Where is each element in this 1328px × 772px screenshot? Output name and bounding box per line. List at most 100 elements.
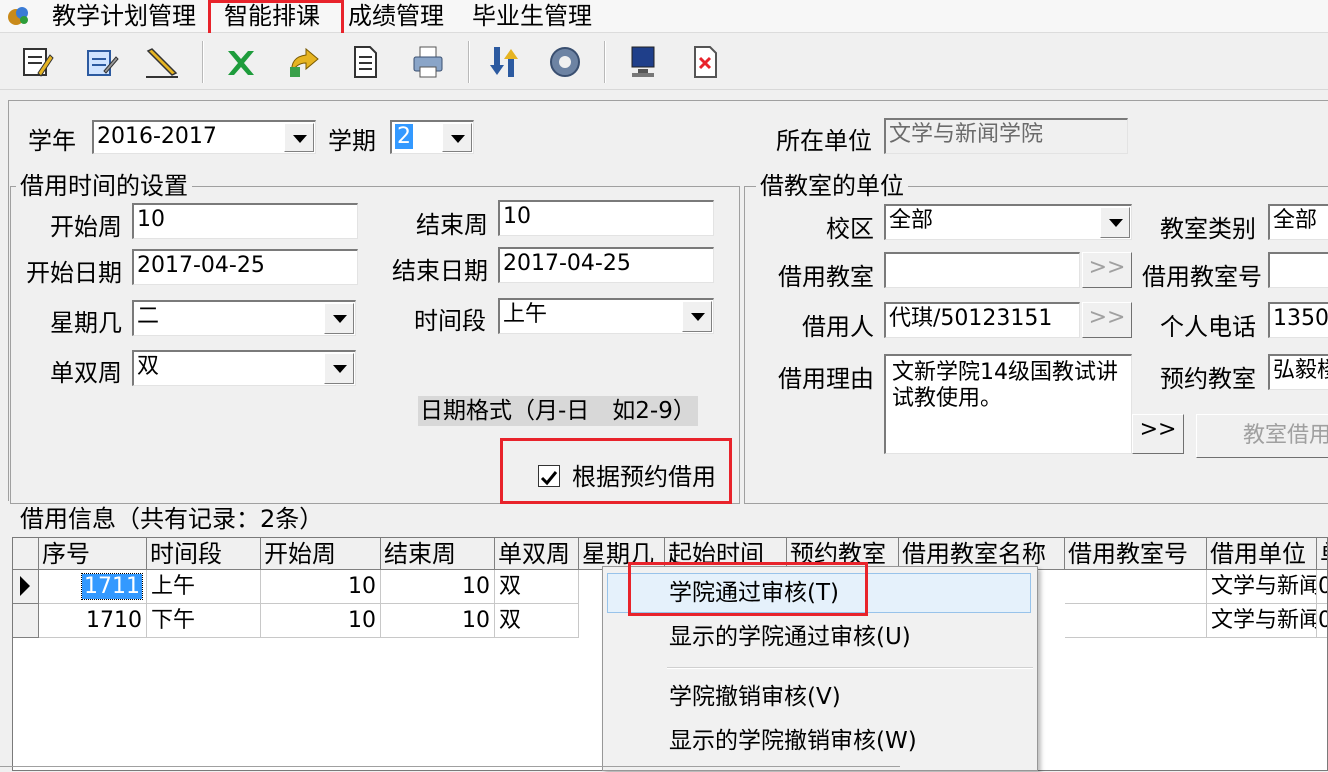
monitor-icon[interactable] — [624, 43, 662, 81]
checkmark-icon — [540, 471, 558, 486]
table-row[interactable]: 1710 — [39, 604, 147, 638]
excel-icon[interactable] — [222, 43, 260, 81]
pick-room-button[interactable]: >> — [1082, 252, 1132, 288]
menu-grade-management[interactable]: 成绩管理 — [348, 0, 444, 32]
end-date-input[interactable]: 2017-04-25 — [498, 247, 714, 283]
chevron-down-icon[interactable] — [324, 303, 354, 334]
room-label: 借用教室 — [778, 263, 874, 291]
room-type-value: 全部 — [1273, 208, 1318, 233]
chevron-down-icon[interactable] — [324, 353, 354, 384]
start-date-label: 开始日期 — [26, 259, 122, 287]
weekday-select[interactable]: 二 — [132, 300, 356, 336]
menu-item-college-revoke[interactable]: 学院撤销审核(V) — [669, 679, 841, 715]
by-reservation-checkbox[interactable] — [538, 465, 560, 487]
menu-teaching-plan[interactable]: 教学计划管理 — [52, 0, 196, 32]
reason-textarea[interactable]: 文新学院14级国教试讲试教使用。 — [884, 354, 1132, 454]
unit-value: 文学与新闻学院 — [889, 122, 1044, 147]
app-logo-icon — [8, 7, 28, 25]
reason-label: 借用理由 — [778, 365, 874, 393]
menu-separator — [667, 667, 1033, 669]
row-extra[interactable]: 0 — [1317, 570, 1327, 604]
chevron-down-icon[interactable] — [682, 301, 712, 332]
term-label: 学期 — [328, 127, 376, 155]
settings-icon[interactable] — [546, 43, 584, 81]
menu-item-show-college-approve[interactable]: 显示的学院通过审核(U) — [669, 619, 911, 655]
pick-borrower-button[interactable]: >> — [1082, 302, 1132, 338]
year-select[interactable]: 2016-2017 — [92, 120, 316, 154]
column-header[interactable]: 结束周 — [381, 538, 495, 570]
more-button[interactable]: >> — [1132, 414, 1184, 454]
column-header[interactable]: 单 — [1317, 538, 1327, 570]
row-id: 1711 — [81, 573, 143, 600]
chevron-down-icon[interactable] — [1100, 207, 1130, 238]
borrower-label: 借用人 — [802, 313, 874, 341]
column-header[interactable]: 借用教室号 — [1065, 538, 1207, 570]
row-period[interactable]: 上午 — [147, 570, 261, 604]
row-oddeven[interactable]: 双 — [495, 570, 579, 604]
start-date-value: 2017-04-25 — [137, 253, 265, 278]
highlight-box — [628, 562, 868, 616]
phone-label: 个人电话 — [1160, 313, 1256, 341]
pencil-icon[interactable] — [142, 43, 180, 81]
oddeven-value: 双 — [137, 354, 160, 379]
campus-label: 校区 — [826, 215, 874, 243]
chevron-down-icon[interactable] — [442, 123, 472, 152]
row-extra[interactable]: 0 — [1317, 604, 1327, 638]
column-header[interactable]: 单双周 — [495, 538, 579, 570]
document-icon[interactable] — [346, 43, 384, 81]
notes-icon[interactable] — [82, 43, 120, 81]
unit-field[interactable]: 文学与新闻学院 — [884, 118, 1128, 154]
edit-icon[interactable] — [18, 43, 56, 81]
reason-value: 文新学院14级国教试讲试教使用。 — [892, 360, 1118, 411]
column-header[interactable]: 序号 — [39, 538, 147, 570]
row-indicator[interactable] — [13, 570, 39, 604]
start-week-input[interactable]: 10 — [132, 203, 358, 239]
close-doc-icon[interactable] — [686, 43, 724, 81]
row-start-week[interactable]: 10 — [261, 604, 381, 638]
room-input[interactable] — [884, 252, 1080, 288]
room-no-input[interactable] — [1268, 252, 1328, 288]
borrower-input[interactable]: 代琪/50123151 — [884, 302, 1080, 338]
reserved-room-input[interactable]: 弘毅楼 — [1268, 354, 1328, 390]
toolbar-separator — [604, 41, 606, 83]
end-week-input[interactable]: 10 — [498, 200, 714, 236]
classroom-borrow-button[interactable]: 教室借用 — [1196, 414, 1328, 458]
campus-select[interactable]: 全部 — [884, 204, 1132, 240]
status-bar — [0, 766, 900, 772]
weekday-value: 二 — [137, 304, 160, 329]
row-unit[interactable]: 文学与新闻 — [1207, 570, 1317, 604]
by-reservation-label[interactable]: 根据预约借用 — [572, 462, 716, 492]
row-end-week[interactable]: 10 — [381, 570, 495, 604]
menu-graduate-management[interactable]: 毕业生管理 — [472, 0, 592, 32]
column-header[interactable]: 开始周 — [261, 538, 381, 570]
phone-input[interactable]: 13508 — [1268, 302, 1328, 338]
end-week-value: 10 — [503, 204, 531, 229]
room-type-select[interactable]: 全部 — [1268, 204, 1328, 240]
period-select[interactable]: 上午 — [498, 298, 714, 334]
row-unit[interactable]: 文学与新闻 — [1207, 604, 1317, 638]
term-select[interactable]: 2 — [390, 120, 474, 154]
current-row-icon — [20, 576, 30, 596]
start-date-input[interactable]: 2017-04-25 — [132, 249, 358, 285]
column-header[interactable]: 借用单位 — [1207, 538, 1317, 570]
row-room-no[interactable] — [1065, 604, 1207, 638]
table-row[interactable]: 1711 — [39, 570, 147, 604]
menubar: 教学计划管理 智能排课 成绩管理 毕业生管理 — [0, 0, 1328, 40]
date-format-hint: 日期格式（月-日 如2-9） — [418, 396, 698, 426]
end-date-value: 2017-04-25 — [503, 251, 631, 276]
row-oddeven[interactable]: 双 — [495, 604, 579, 638]
print-icon[interactable] — [408, 43, 446, 81]
toolbar — [0, 33, 1328, 90]
oddeven-select[interactable]: 双 — [132, 350, 356, 386]
export-icon[interactable] — [284, 43, 322, 81]
menu-item-show-college-revoke[interactable]: 显示的学院撤销审核(W) — [669, 723, 917, 759]
row-room-no[interactable] — [1065, 570, 1207, 604]
column-header[interactable]: 时间段 — [147, 538, 261, 570]
row-indicator[interactable] — [13, 604, 39, 638]
transfer-icon[interactable] — [486, 43, 524, 81]
row-period[interactable]: 下午 — [147, 604, 261, 638]
year-value: 2016-2017 — [97, 124, 217, 149]
row-end-week[interactable]: 10 — [381, 604, 495, 638]
row-start-week[interactable]: 10 — [261, 570, 381, 604]
chevron-down-icon[interactable] — [284, 123, 314, 152]
